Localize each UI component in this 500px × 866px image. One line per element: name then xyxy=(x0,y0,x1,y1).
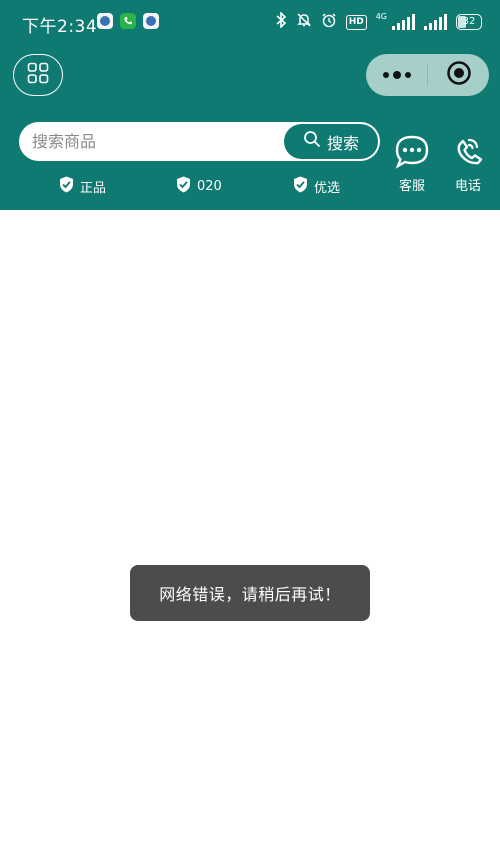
close-button[interactable] xyxy=(428,54,489,96)
bluetooth-icon xyxy=(275,11,287,32)
search-button-label: 搜索 xyxy=(326,135,359,153)
badge-label: 020 xyxy=(197,179,222,194)
search-icon xyxy=(303,130,321,153)
error-toast: 网络错误，请稍后再试！ xyxy=(130,565,370,621)
hd-badge: HD xyxy=(345,14,367,30)
phone-call-button[interactable]: 电话 xyxy=(446,135,490,194)
chat-bubble-icon xyxy=(394,135,430,173)
phone-label: 电话 xyxy=(454,179,481,194)
qq-notification-icon xyxy=(143,13,159,29)
signal-strength-icon xyxy=(392,14,415,30)
grid-icon xyxy=(27,62,49,88)
feature-badges: 正品 020 优选 xyxy=(0,176,390,196)
status-bar: 下午2:34 HD 4G 32 xyxy=(0,0,500,44)
network-type-label: 4G xyxy=(375,11,387,21)
search-button[interactable]: 搜索 xyxy=(284,124,378,159)
shield-check-icon xyxy=(293,176,308,197)
shield-check-icon xyxy=(59,176,74,197)
shield-check-icon xyxy=(176,176,191,197)
alarm-icon xyxy=(321,12,337,32)
toast-message: 网络错误，请稍后再试！ xyxy=(159,585,341,604)
grid-menu-button[interactable] xyxy=(13,54,63,96)
badge-label: 优选 xyxy=(314,181,341,196)
signal-strength-icon xyxy=(424,14,447,30)
search-input[interactable] xyxy=(19,122,281,161)
phone-notification-icon xyxy=(120,13,136,29)
customer-service-label: 客服 xyxy=(398,179,425,194)
badge-genuine: 正品 xyxy=(59,176,106,197)
header-bar: 下午2:34 HD 4G 32 搜索商品 搜索 正品 020 优选 客服 电话 xyxy=(0,0,500,210)
badge-preferred: 优选 xyxy=(293,176,340,197)
mini-program-capsule xyxy=(366,54,489,96)
battery-indicator: 32 xyxy=(456,14,482,30)
badge-label: 正品 xyxy=(80,181,107,196)
search-bar: 搜索 xyxy=(19,122,380,161)
more-button[interactable] xyxy=(366,54,427,96)
phone-icon xyxy=(451,135,485,173)
status-indicators: HD 4G 32 xyxy=(275,10,482,34)
qq-notification-icon xyxy=(97,13,113,29)
status-time: 下午2:34 xyxy=(22,17,98,37)
customer-service-button[interactable]: 客服 xyxy=(390,135,434,194)
target-close-icon xyxy=(446,60,472,90)
badge-o2o: 020 xyxy=(176,176,222,197)
mute-bell-icon xyxy=(296,12,312,32)
